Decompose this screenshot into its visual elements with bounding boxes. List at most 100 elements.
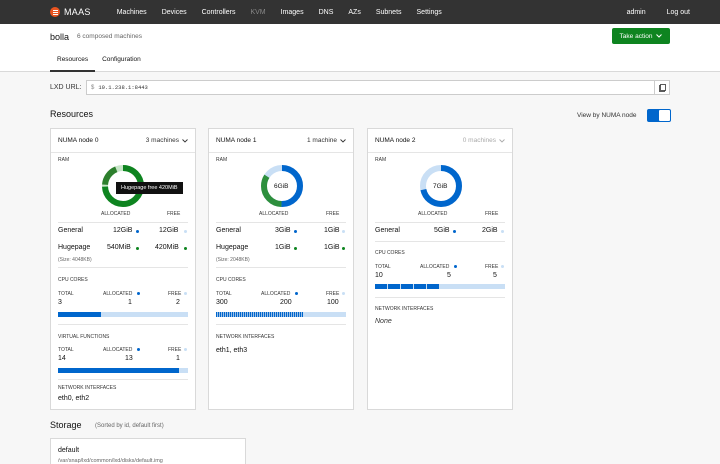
divider <box>375 222 505 223</box>
storage-pool-card: default /var/snap/lxd/common/lxd/disks/d… <box>50 438 246 464</box>
nav-links: Machines Devices Controllers KVM Images … <box>117 9 457 16</box>
hugepage-allocated-value: 540MiB <box>107 244 131 251</box>
divider <box>375 297 505 298</box>
cpu-allocated-value: 1 <box>128 299 132 306</box>
nav-user-area: admin Log out <box>606 0 690 24</box>
vf-usage-bar-fill <box>58 368 179 373</box>
vf-total-label: TOTAL <box>58 347 74 353</box>
divider <box>58 379 188 380</box>
nav-link-subnets[interactable]: Subnets <box>376 9 402 16</box>
hugepage-label: Hugepage <box>58 244 91 251</box>
numa-node-name: NUMA node 2 <box>375 137 416 144</box>
free-dot <box>501 230 504 233</box>
chevron-down-icon <box>656 34 663 38</box>
numa-view-toggle[interactable] <box>647 109 671 122</box>
machines-select[interactable]: 0 machines <box>463 137 505 144</box>
storage-sort-note: (Sorted by id, default first) <box>95 423 164 429</box>
cpu-usage-bar-fill <box>216 312 304 317</box>
logout-link[interactable]: Log out <box>667 9 690 16</box>
resources-heading: Resources <box>50 109 94 119</box>
cpu-allocated-dot <box>295 292 298 295</box>
divider <box>58 222 188 223</box>
free-label: FREE <box>485 211 499 217</box>
machines-select-label: 1 machine <box>307 137 337 144</box>
ram-label: RAM <box>375 157 387 163</box>
nav-link-machines[interactable]: Machines <box>117 9 147 16</box>
machines-select[interactable]: 3 machines <box>146 137 188 144</box>
hugepage-free-dot <box>184 247 187 250</box>
general-allocated-value: 5GiB <box>434 227 450 234</box>
copy-icon <box>658 83 666 92</box>
prompt-icon: $ <box>91 84 95 91</box>
cpu-free-label: FREE <box>485 264 499 270</box>
storage-pool-path: /var/snap/lxd/common/lxd/disks/default.i… <box>58 458 163 464</box>
cpu-total-label: TOTAL <box>216 291 232 297</box>
hugepage-tooltip: Hugepage free 420MiB <box>116 182 183 194</box>
ram-donut-center-value: 7GiB <box>433 183 448 190</box>
free-label: FREE <box>326 211 340 217</box>
cpu-cores-label: CPU CORES <box>375 250 405 256</box>
chevron-down-icon <box>182 138 188 143</box>
nav-link-admin[interactable]: admin <box>627 9 646 16</box>
cpu-free-label: FREE <box>168 291 182 297</box>
allocated-dot <box>453 230 456 233</box>
cpu-allocated-value: 5 <box>447 272 451 279</box>
tab-resources[interactable]: Resources <box>50 52 96 72</box>
ram-donut-center-value: 6GiB <box>274 183 289 190</box>
allocated-label: ALLOCATED <box>259 211 289 217</box>
hugepage-size: (Size: 2048KB) <box>216 257 250 263</box>
lxd-url-field[interactable]: $ 10.1.238.1:8443 <box>86 80 670 95</box>
tab-bar: Resources Configuration <box>50 52 148 72</box>
cpu-free-value: 100 <box>327 299 339 306</box>
general-free-value: 12GiB <box>159 227 179 234</box>
page-header: bolla 6 composed machines Take action Re… <box>0 24 720 72</box>
cpu-free-label: FREE <box>326 291 340 297</box>
take-action-button[interactable]: Take action <box>612 28 670 44</box>
hugepage-allocated-value: 1GiB <box>275 244 291 251</box>
general-free-value: 2GiB <box>482 227 498 234</box>
vf-free-label: FREE <box>168 347 182 353</box>
ram-label: RAM <box>216 157 228 163</box>
storage-heading: Storage <box>50 420 82 430</box>
chevron-down-icon <box>499 138 505 143</box>
cpu-usage-bar <box>216 312 346 317</box>
divider <box>58 324 188 325</box>
copy-button[interactable] <box>654 81 669 94</box>
network-interfaces-label: NETWORK INTERFACES <box>58 385 117 391</box>
nav-link-images[interactable]: Images <box>281 9 304 16</box>
storage-pool-name: default <box>58 447 80 454</box>
general-label: General <box>58 227 83 234</box>
divider <box>216 222 346 223</box>
hugepage-free-value: 420MiB <box>155 244 179 251</box>
hugepage-label: Hugepage <box>216 244 249 251</box>
nav-link-devices[interactable]: Devices <box>162 9 187 16</box>
lxd-url-label: LXD URL: <box>50 84 82 91</box>
cpu-usage-bar-fill <box>375 284 440 289</box>
nav-link-kvm[interactable]: KVM <box>250 9 265 16</box>
free-dot <box>342 230 345 233</box>
hugepage-allocated-dot <box>136 247 139 250</box>
nav-link-controllers[interactable]: Controllers <box>202 9 236 16</box>
free-label: FREE <box>167 211 181 217</box>
vf-free-dot <box>184 348 187 351</box>
vf-free-value: 1 <box>176 355 180 362</box>
free-dot <box>184 230 187 233</box>
general-allocated-value: 3GiB <box>275 227 291 234</box>
take-action-label: Take action <box>619 32 653 40</box>
nav-link-dns[interactable]: DNS <box>319 9 334 16</box>
brand[interactable]: MAAS <box>50 7 91 17</box>
tab-configuration[interactable]: Configuration <box>95 52 148 72</box>
nav-link-settings[interactable]: Settings <box>417 9 442 16</box>
numa-node-name: NUMA node 0 <box>58 137 99 144</box>
machines-select[interactable]: 1 machine <box>307 137 346 144</box>
vf-allocated-value: 13 <box>125 355 133 362</box>
cpu-allocated-label: ALLOCATED <box>261 291 291 297</box>
allocated-dot <box>136 230 139 233</box>
machines-select-label: 0 machines <box>462 137 496 144</box>
cpu-free-dot <box>342 292 345 295</box>
cpu-total-value: 10 <box>375 272 383 279</box>
cpu-free-dot <box>501 265 504 268</box>
general-label: General <box>375 227 400 234</box>
numa-card-0: NUMA node 0 3 machines RAM Hugepage free… <box>50 128 196 410</box>
nav-link-azs[interactable]: AZs <box>348 9 360 16</box>
